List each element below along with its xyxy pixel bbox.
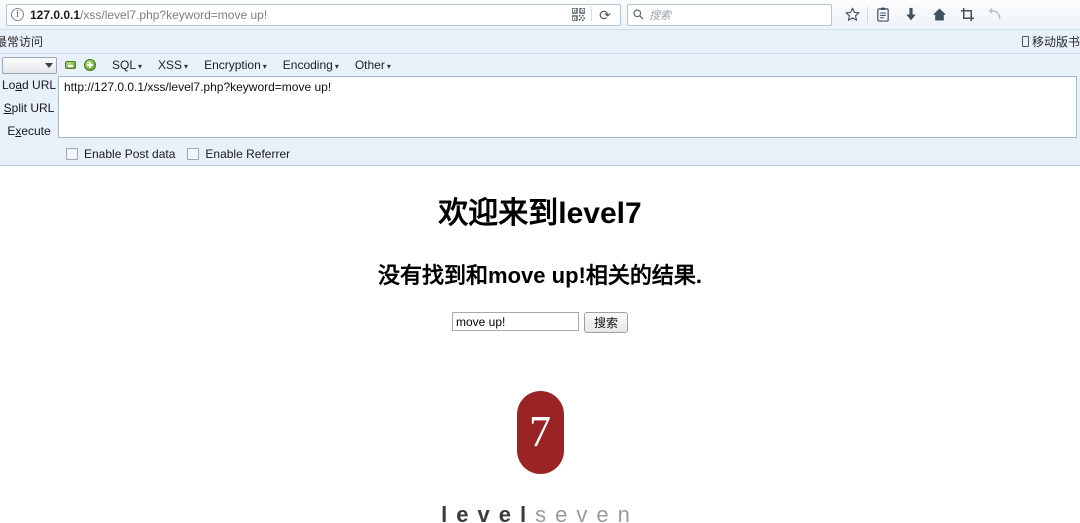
enable-post-data-option[interactable]: Enable Post data bbox=[66, 147, 175, 161]
reload-glyph: ⟳ bbox=[599, 6, 611, 23]
browser-nav-bar: i 127.0.0.1/xss/level7.php?keyword=move … bbox=[0, 0, 1080, 30]
enable-referrer-option[interactable]: Enable Referrer bbox=[187, 147, 290, 161]
logo-wordmark: levelseven bbox=[441, 502, 639, 523]
keyword-input[interactable]: move up! bbox=[452, 312, 579, 331]
hackbar-menu-xss[interactable]: XSS ▾ bbox=[158, 58, 188, 72]
logo-pill-shape: 7 bbox=[516, 391, 564, 474]
execute-post: ecute bbox=[21, 124, 51, 138]
hackbar-menu-xss-label: XSS bbox=[158, 58, 183, 72]
hackbar-menu-encryption[interactable]: Encryption ▾ bbox=[204, 58, 267, 72]
split-url-key: S bbox=[3, 101, 12, 115]
hackbar-menu-sql-label: SQL bbox=[112, 58, 137, 72]
hackbar-menu-encoding[interactable]: Encoding ▾ bbox=[283, 58, 339, 72]
mobile-device-icon bbox=[1021, 36, 1029, 47]
bookmark-mobile-label: 移动版书签 bbox=[1031, 35, 1080, 49]
split-url-button[interactable]: Split URL bbox=[4, 101, 55, 115]
search-icon bbox=[633, 9, 644, 20]
logo-word-seven: seven bbox=[535, 502, 639, 523]
toolbar-divider bbox=[867, 6, 868, 23]
hackbar-body: Load URL Split URL Execute http://127.0.… bbox=[0, 76, 1080, 138]
bookmarks-bar: 最常访问 移动版书签 bbox=[0, 30, 1080, 54]
address-path: /xss/level7.php?keyword=move up! bbox=[80, 7, 268, 22]
hackbar-menu-sql-arrow: ▾ bbox=[138, 62, 143, 71]
hackbar-url-textarea[interactable]: http://127.0.0.1/xss/level7.php?keyword=… bbox=[58, 76, 1077, 138]
hackbar-menu-encryption-label: Encryption bbox=[204, 58, 261, 72]
hackbar-menu-other-label: Other bbox=[354, 58, 385, 72]
load-url-pre: Lo bbox=[1, 78, 16, 92]
browser-chrome: i 127.0.0.1/xss/level7.php?keyword=move … bbox=[0, 0, 1080, 166]
hackbar-menu-encryption-arrow: ▾ bbox=[262, 62, 267, 71]
minus-icon[interactable] bbox=[65, 61, 76, 69]
hackbar-menu-encoding-label: Encoding bbox=[282, 58, 333, 72]
downloads-icon[interactable] bbox=[897, 2, 925, 28]
search-box[interactable]: 搜索 bbox=[627, 3, 832, 26]
keyword-search-form: move up! 搜索 bbox=[0, 312, 1080, 333]
hackbar-action-buttons: Load URL Split URL Execute bbox=[0, 76, 58, 138]
address-bar[interactable]: i 127.0.0.1/xss/level7.php?keyword=move … bbox=[6, 3, 621, 26]
hackbar-menu-encoding-arrow: ▾ bbox=[334, 62, 339, 71]
bookmark-star-icon[interactable] bbox=[838, 2, 866, 28]
page-content: 欢迎来到level7 没有找到和move up!相关的结果. move up! … bbox=[0, 166, 1080, 523]
logo-level-number: 7 bbox=[529, 406, 551, 456]
hackbar-menu-other[interactable]: Other ▾ bbox=[355, 58, 391, 72]
logo-word-level: level bbox=[441, 502, 536, 523]
split-url-post: plit URL bbox=[11, 101, 55, 115]
hackbar-menu-sql[interactable]: SQL ▾ bbox=[112, 58, 142, 72]
load-url-post: d URL bbox=[22, 78, 57, 92]
address-bar-text: 127.0.0.1/xss/level7.php?keyword=move up… bbox=[30, 8, 267, 22]
enable-referrer-label: Enable Referrer bbox=[205, 147, 291, 161]
screenshot-crop-icon[interactable] bbox=[953, 2, 981, 28]
page-title: 欢迎来到level7 bbox=[438, 197, 642, 230]
plus-icon[interactable] bbox=[84, 59, 96, 71]
search-input[interactable]: 搜索 bbox=[649, 7, 671, 23]
browser-toolbar-icons bbox=[838, 2, 1009, 28]
chevron-down-icon bbox=[45, 62, 53, 68]
hackbar-history-select[interactable] bbox=[2, 56, 57, 74]
hackbar-menu-xss-arrow: ▾ bbox=[184, 62, 189, 71]
bookmark-mobile[interactable]: 移动版书签 bbox=[1021, 33, 1080, 50]
reading-list-icon[interactable] bbox=[869, 2, 897, 28]
load-url-button[interactable]: Load URL bbox=[2, 78, 56, 92]
reload-icon[interactable]: ⟳ bbox=[592, 5, 618, 25]
bookmark-most-visited[interactable]: 最常访问 bbox=[0, 33, 43, 50]
hackbar-options-row: Enable Post data Enable Referrer bbox=[0, 147, 1080, 161]
enable-post-data-label: Enable Post data bbox=[84, 147, 176, 161]
execute-button[interactable]: Execute bbox=[7, 124, 50, 138]
enable-post-data-checkbox[interactable] bbox=[66, 148, 78, 160]
hackbar-menu-row: SQL ▾ XSS ▾ Encryption ▾ Encoding ▾ Other ▾ bbox=[0, 54, 1080, 76]
address-bar-actions: ⟳ bbox=[565, 5, 618, 25]
load-url-key: a bbox=[15, 78, 23, 92]
hackbar-menu-other-arrow: ▾ bbox=[386, 62, 391, 71]
level-logo: 7 levelseven bbox=[0, 391, 1080, 523]
qr-code-icon[interactable] bbox=[565, 5, 591, 25]
search-submit-button[interactable]: 搜索 bbox=[584, 312, 628, 333]
address-host: 127.0.0.1 bbox=[30, 7, 81, 22]
enable-referrer-checkbox[interactable] bbox=[187, 148, 200, 160]
info-circle-icon[interactable]: i bbox=[11, 8, 24, 21]
home-icon[interactable] bbox=[925, 2, 953, 28]
hackbar-panel: SQL ▾ XSS ▾ Encryption ▾ Encoding ▾ Other ▾ L… bbox=[0, 54, 1080, 166]
undo-icon[interactable] bbox=[981, 2, 1009, 28]
search-result-message: 没有找到和move up!相关的结果. bbox=[378, 263, 702, 288]
